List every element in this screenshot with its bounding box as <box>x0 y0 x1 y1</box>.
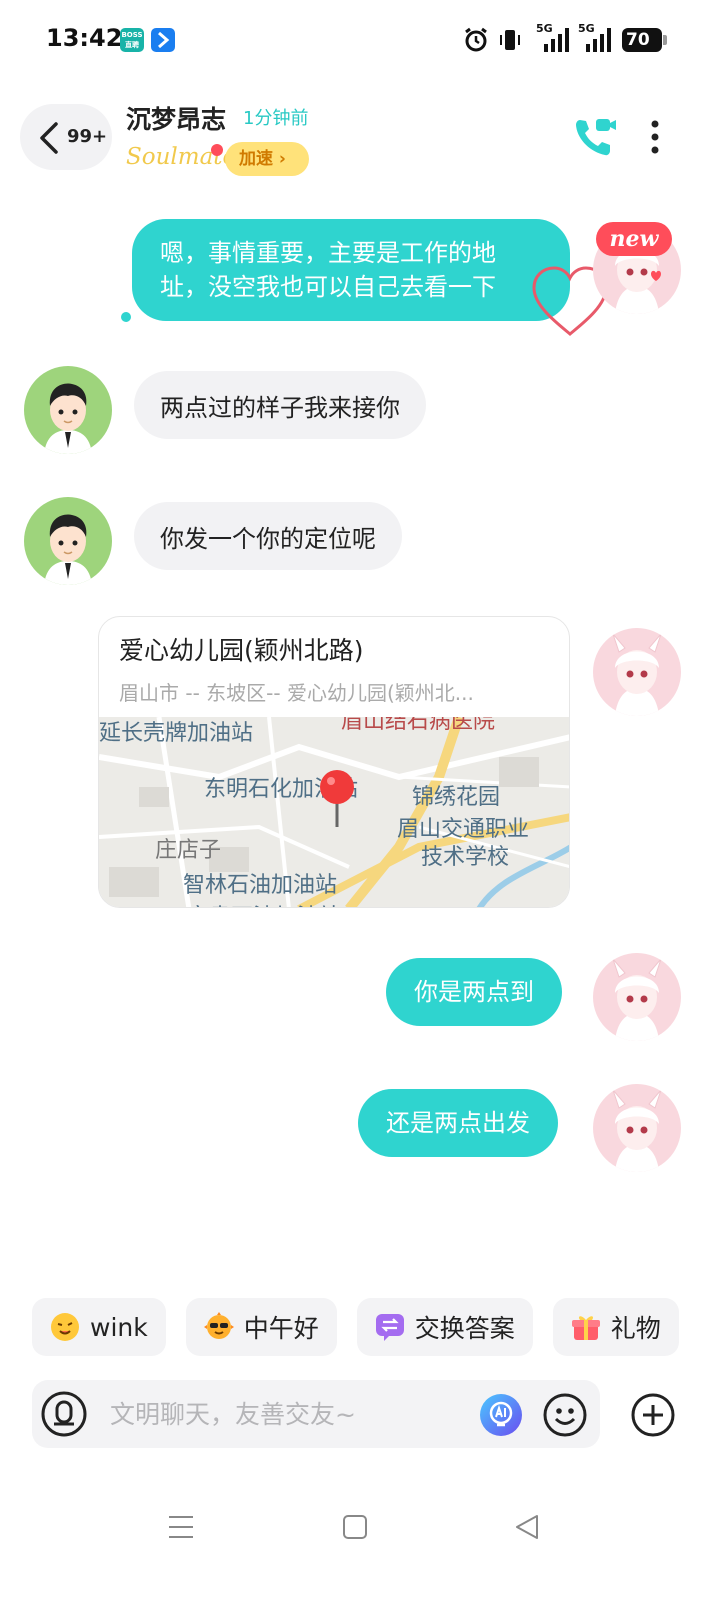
map-label: 智林石油加油站 <box>183 873 338 898</box>
quick-reply-label: 中午好 <box>243 1314 319 1343</box>
message-text: 你是两点到 <box>414 978 534 1006</box>
back-nav-icon[interactable] <box>512 1512 542 1542</box>
vibrate-icon <box>500 30 520 50</box>
message-text: 两点过的样子我来接你 <box>160 393 400 422</box>
my-avatar[interactable] <box>593 1084 681 1172</box>
map-label: 庄店子 <box>155 838 222 863</box>
gift-icon <box>571 1316 600 1340</box>
status-bar: 13:42 BOSS直聘 5G 5G 70 <box>0 0 720 80</box>
message-bubble-incoming[interactable]: 你发一个你的定位呢 <box>134 502 402 570</box>
wink-emoji-icon <box>51 1313 79 1341</box>
map-label: 锦绣花园 <box>412 785 501 810</box>
unread-count: 99+ <box>67 126 108 147</box>
boost-button[interactable]: 加速 › <box>225 142 309 176</box>
home-icon[interactable] <box>340 1512 370 1542</box>
last-seen-status: 1分钟前 <box>243 108 309 129</box>
new-badge: new <box>596 222 672 256</box>
map-label: 富贵石油加油站 <box>187 899 341 907</box>
map-label: 延长壳牌加油站 <box>99 721 254 746</box>
location-name: 爱心幼儿园(颖州北路) <box>119 636 364 665</box>
contact-name[interactable]: 沉梦昂志 <box>126 100 226 136</box>
message-input[interactable] <box>110 1392 470 1436</box>
sunglasses-emoji-icon <box>203 1312 234 1339</box>
map-label: 眉山结石病医院 <box>341 717 496 734</box>
exchange-icon <box>375 1314 404 1341</box>
video-call-icon[interactable] <box>572 114 618 160</box>
quick-reply-gift[interactable]: 礼物 <box>552 1298 679 1356</box>
contact-avatar[interactable] <box>24 366 112 454</box>
message-bubble-outgoing[interactable]: 嗯，事情重要，主要是工作的地址，没空我也可以自己去看一下 <box>132 219 570 321</box>
boss-app-icon: BOSS直聘 <box>120 28 144 52</box>
message-text: 你发一个你的定位呢 <box>160 524 376 553</box>
menu-icon[interactable] <box>166 1512 196 1542</box>
quick-reply-label: 礼物 <box>610 1314 661 1343</box>
back-button[interactable]: 99+ <box>20 104 112 170</box>
quick-reply-row: wink 中午好 交换答案 礼物 <box>32 1298 679 1356</box>
quick-reply-exchange-answers[interactable]: 交换答案 <box>356 1298 533 1356</box>
system-nav-bar <box>0 1490 720 1570</box>
map-label: 技术学校 <box>421 845 510 870</box>
alarm-icon <box>465 27 487 52</box>
network-2-label: 5G <box>578 22 595 35</box>
quick-reply-good-noon[interactable]: 中午好 <box>185 1298 337 1356</box>
battery-indicator: 70 <box>622 28 667 52</box>
add-attachment-icon[interactable] <box>630 1392 676 1438</box>
network-1-label: 5G <box>536 22 553 35</box>
emoji-icon[interactable] <box>542 1392 588 1438</box>
map-pin-icon <box>320 770 354 827</box>
location-card[interactable]: 爱心幼儿园(颖州北路) 眉山市 -- 东坡区-- 爱心幼儿园(颖州北... 延长… <box>98 616 570 908</box>
chat-screen: 13:42 BOSS直聘 5G 5G 70 99+ 沉梦昂志 1分钟前 Soul… <box>0 0 720 1604</box>
voice-input-icon[interactable] <box>40 1390 88 1438</box>
quick-reply-label: wink <box>90 1312 148 1342</box>
sent-indicator <box>121 312 131 322</box>
message-bubble-incoming[interactable]: 两点过的样子我来接你 <box>134 371 426 439</box>
signal-2-icon: 5G <box>576 22 616 54</box>
battery-level: 70 <box>626 30 650 50</box>
ai-assistant-icon[interactable] <box>478 1392 524 1438</box>
my-avatar[interactable] <box>593 628 681 716</box>
message-bubble-outgoing[interactable]: 还是两点出发 <box>358 1089 558 1157</box>
blue-app-icon <box>151 28 175 52</box>
status-time: 13:42 <box>46 24 123 52</box>
message-text: 嗯，事情重要，主要是工作的地址，没空我也可以自己去看一下 <box>160 239 496 301</box>
quick-reply-wink[interactable]: wink <box>32 1298 166 1356</box>
my-avatar[interactable] <box>593 953 681 1041</box>
chevron-left-icon <box>40 122 58 154</box>
quick-reply-label: 交换答案 <box>414 1314 515 1343</box>
message-text: 还是两点出发 <box>386 1109 530 1137</box>
message-input-bar <box>32 1380 600 1448</box>
signal-1-icon: 5G <box>530 22 570 54</box>
boss-badge-label: BOSS直聘 <box>121 31 143 49</box>
map-preview[interactable]: 延长壳牌加油站 眉山结石病医院 东明石化加油站 锦绣花园 眉山交通职业 技术学校… <box>99 717 569 907</box>
chat-header: 99+ 沉梦昂志 1分钟前 Soulmate 加速 › <box>0 90 720 190</box>
notification-dot <box>211 144 223 156</box>
more-vertical-icon[interactable] <box>640 120 670 156</box>
location-address: 眉山市 -- 东坡区-- 爱心幼儿园(颖州北... <box>119 681 474 705</box>
status-icons: 5G 5G 70 <box>462 22 667 54</box>
message-bubble-outgoing[interactable]: 你是两点到 <box>386 958 562 1026</box>
contact-avatar[interactable] <box>24 497 112 585</box>
